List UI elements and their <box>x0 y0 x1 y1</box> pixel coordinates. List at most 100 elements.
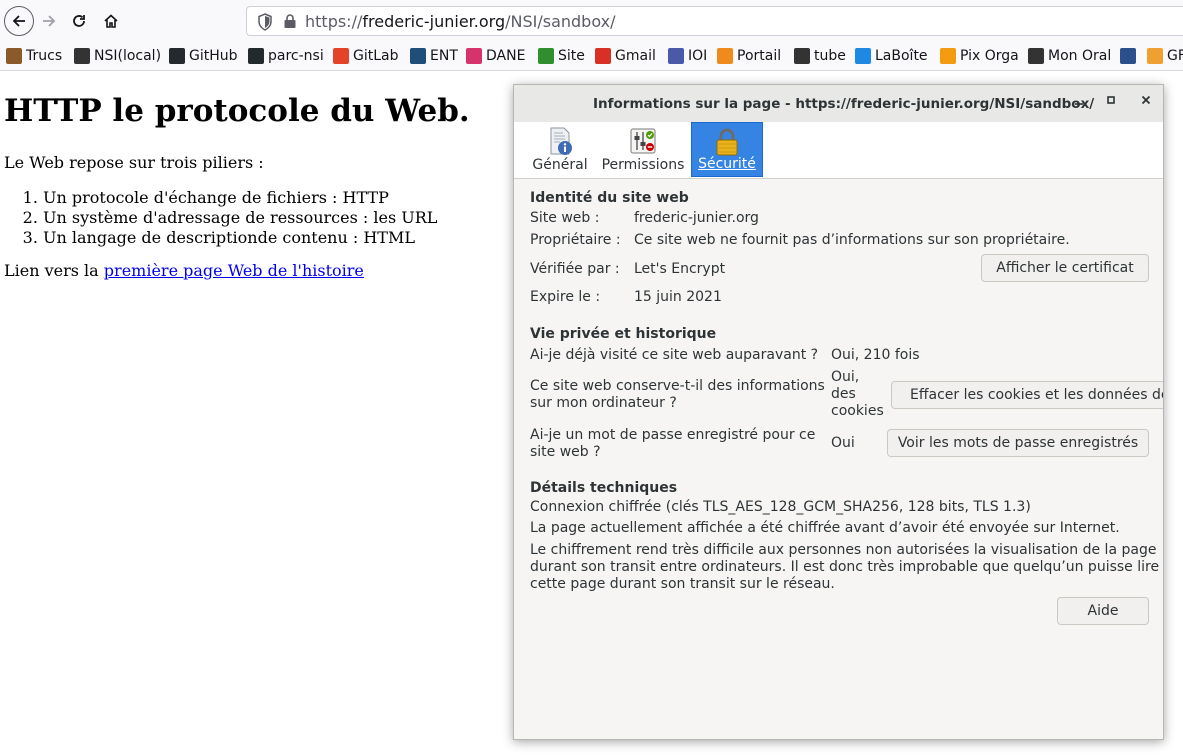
maximize-button[interactable] <box>1102 94 1120 112</box>
privacy-heading: Vie privée et historique <box>530 326 717 342</box>
minimize-icon <box>1075 103 1083 105</box>
bookmark-item[interactable]: Mon Oral <box>1028 46 1111 66</box>
bookmark-item[interactable]: GitHub <box>169 46 238 66</box>
intro-text: Le Web repose sur trois piliers : <box>4 153 264 172</box>
pix-icon <box>940 48 956 64</box>
url-scheme: https:// <box>305 12 363 31</box>
site-icon <box>538 48 554 64</box>
padlock-icon <box>716 128 738 156</box>
portail-icon <box>717 48 733 64</box>
gmail-icon <box>595 48 611 64</box>
stores-info-answer-line1: Oui, <box>831 369 860 385</box>
bookmark-item[interactable]: DANE <box>466 46 525 66</box>
globe-icon <box>74 48 90 64</box>
bookmark-item[interactable]: LaBoîte <box>855 46 928 66</box>
navigation-toolbar: https://frederic-junier.org/NSI/sandbox/ <box>0 0 1183 42</box>
github-icon <box>169 48 185 64</box>
ioi-icon <box>668 48 684 64</box>
bookmark-item[interactable]: Site <box>538 46 585 66</box>
bookmark-label: Gmail <box>615 48 656 64</box>
expires-label: Expire le : <box>530 289 601 305</box>
list-item: Un système d'adressage de ressources : l… <box>43 208 437 228</box>
back-button[interactable] <box>4 6 34 36</box>
bookmark-label: Mon Oral <box>1048 48 1112 64</box>
dialog-titlebar[interactable]: Informations sur la page - https://frede… <box>514 85 1163 123</box>
bookmark-label: Trucs <box>26 48 63 64</box>
saved-password-answer: Oui <box>831 435 855 451</box>
bookmark-item[interactable]: GitLab <box>333 46 399 66</box>
lock-icon[interactable] <box>283 13 297 29</box>
bookmark-item[interactable]: Trucs <box>6 46 62 66</box>
encryption-explanation-line3: cette page durant son transit sur le rés… <box>530 576 835 592</box>
bookmark-label: IOI <box>688 48 708 64</box>
saved-password-question-line2: site web ? <box>530 444 601 460</box>
stores-info-question-line1: Ce site web conserve-t-il des informatio… <box>530 378 825 394</box>
tab-security-label: Sécurité <box>698 156 756 172</box>
bookmark-label: GitHub <box>189 48 238 64</box>
close-icon <box>1141 95 1151 105</box>
gitlab-icon <box>333 48 349 64</box>
bookmarks-toolbar: Trucs NSI(local) GitHub parc-nsi GitLab ENT DA… <box>0 42 1183 71</box>
link-paragraph: Lien vers la première page Web de l'hist… <box>4 261 364 280</box>
pillars-list: Un protocole d'échange de fichiers : HTT… <box>4 188 437 248</box>
globe-icon <box>1028 48 1044 64</box>
bookmark-label: parc-nsi <box>268 48 324 64</box>
bookmark-item[interactable]: IOI <box>668 46 707 66</box>
tab-permissions-label: Permissions <box>601 157 685 173</box>
reload-button[interactable] <box>64 6 94 36</box>
url-bar[interactable]: https://frederic-junier.org/NSI/sandbox/ <box>246 6 1183 36</box>
owner-label: Propriétaire : <box>530 232 621 248</box>
bookmark-item[interactable]: Portail <box>717 46 781 66</box>
gf-icon <box>1147 48 1163 64</box>
bookmark-label: DANE <box>486 48 526 64</box>
dialog-tabs: Général Permissions Sécurité <box>514 122 1163 179</box>
ent-icon <box>410 48 426 64</box>
clear-cookies-button[interactable]: Effacer les cookies et les données de s <box>891 381 1163 409</box>
expires-value: 15 juin 2021 <box>634 289 722 305</box>
bookmark-label: tube <box>814 48 846 64</box>
bookmark-item[interactable]: Pix Orga <box>940 46 1019 66</box>
avatar-icon <box>6 48 22 64</box>
bookmark-item[interactable]: GF <box>1147 46 1183 66</box>
bookmark-label: GF <box>1167 48 1183 64</box>
dialog-title: Informations sur la page - https://frede… <box>593 96 1095 112</box>
view-saved-passwords-button[interactable]: Voir les mots de passe enregistrés <box>887 429 1149 457</box>
stores-info-question-line2: sur mon ordinateur ? <box>530 395 677 411</box>
bookmark-item[interactable]: tube <box>794 46 846 66</box>
bookmark-label: Portail <box>737 48 782 64</box>
bookmark-item[interactable] <box>1120 46 1140 66</box>
verified-by-label: Vérifiée par : <box>530 261 620 277</box>
encryption-explanation-line1: Le chiffrement rend très difficile aux p… <box>530 542 1157 558</box>
verified-by-value: Let's Encrypt <box>634 261 726 277</box>
maximize-icon <box>1107 96 1115 104</box>
close-button[interactable] <box>1137 94 1155 112</box>
forward-button[interactable] <box>34 6 64 36</box>
bookmark-item[interactable]: NSI(local) <box>74 46 161 66</box>
shield-icon[interactable] <box>257 13 273 31</box>
stores-info-answer: Oui, des cookies <box>831 369 884 420</box>
home-button[interactable] <box>96 6 126 36</box>
stores-info-question: Ce site web conserve-t-il des informatio… <box>530 378 825 412</box>
page-title: HTTP le protocole du Web. <box>4 93 470 129</box>
help-button[interactable]: Aide <box>1057 597 1149 625</box>
github-icon <box>248 48 264 64</box>
bookmark-label: LaBoîte <box>875 48 928 64</box>
tab-security[interactable]: Sécurité <box>691 122 763 177</box>
minimize-button[interactable] <box>1070 94 1088 112</box>
url-text[interactable]: https://frederic-junier.org/NSI/sandbox/ <box>305 12 615 31</box>
home-icon <box>104 14 118 28</box>
bookmark-item[interactable]: Gmail <box>595 46 656 66</box>
owner-value: Ce site web ne fournit pas d’information… <box>634 232 1070 248</box>
visited-answer: Oui, 210 fois <box>831 347 920 363</box>
bookmark-item[interactable]: parc-nsi <box>248 46 324 66</box>
site-value: frederic-junier.org <box>634 210 759 226</box>
dane-icon <box>466 48 482 64</box>
encryption-note: La page actuellement affichée a été chif… <box>530 520 1120 536</box>
first-web-page-link[interactable]: première page Web de l'histoire <box>104 261 364 280</box>
tab-general[interactable]: Général <box>528 122 592 177</box>
url-path: /NSI/sandbox/ <box>505 12 616 31</box>
bookmark-item[interactable]: ENT <box>410 46 458 66</box>
page-info-dialog: Informations sur la page - https://frede… <box>513 84 1164 740</box>
view-certificate-button[interactable]: Afficher le certificat <box>981 254 1149 282</box>
tab-permissions[interactable]: Permissions <box>600 122 686 177</box>
